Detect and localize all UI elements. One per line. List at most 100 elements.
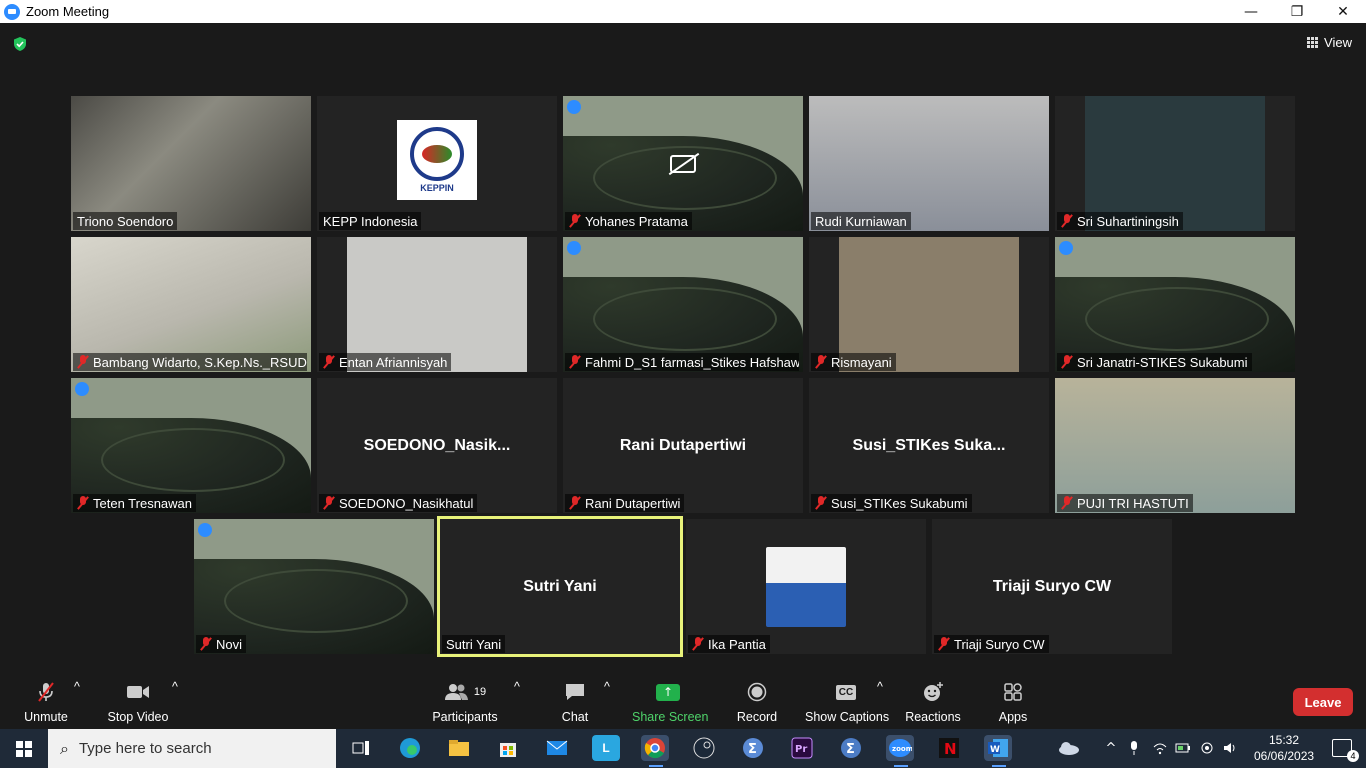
participants-options-caret-icon[interactable]: ^ xyxy=(514,680,520,694)
volume-icon[interactable] xyxy=(1222,740,1238,756)
share-screen-button[interactable]: ↑ Share Screen xyxy=(632,680,708,724)
video-tile[interactable]: SOEDONO_Nasik... SOEDONO_Nasikhatul xyxy=(317,378,557,513)
participants-button[interactable]: 19 Participants xyxy=(432,680,498,724)
participant-name: SOEDONO_Nasikhatul xyxy=(319,494,478,512)
camera-tray-icon[interactable] xyxy=(1199,740,1215,756)
participant-name: Bambang Widarto, S.Kep.Ns._RSUD... xyxy=(73,353,307,371)
apps-icon xyxy=(996,680,1030,704)
participant-name: Fahmi D_S1 farmasi_Stikes Hafshaw... xyxy=(565,353,799,371)
show-captions-button[interactable]: CC Show Captions xyxy=(805,680,889,724)
meeting-toolbar: Unmute ^ Stop Video ^ 19 Participants ^ … xyxy=(0,672,1366,729)
participant-name: Sri Janatri-STIKES Sukabumi xyxy=(1057,353,1252,371)
window-title: Zoom Meeting xyxy=(26,4,110,19)
taskbar-search-input[interactable]: ⌕ Type here to search xyxy=(48,729,336,768)
camera-badge-icon xyxy=(567,241,581,255)
video-options-caret-icon[interactable]: ^ xyxy=(172,680,178,694)
apps-button[interactable]: Apps xyxy=(996,680,1030,724)
leave-button[interactable]: Leave xyxy=(1293,688,1353,716)
zoom-app-icon xyxy=(4,3,20,20)
clock-time: 15:32 xyxy=(1268,733,1300,747)
netflix-icon[interactable]: N xyxy=(935,735,963,761)
sigma-app-icon[interactable]: Σ xyxy=(739,735,767,761)
video-tile[interactable]: Yohanes Pratama xyxy=(563,96,803,231)
mail-icon[interactable] xyxy=(543,735,571,761)
battery-icon[interactable] xyxy=(1175,740,1191,756)
edge-browser-icon[interactable] xyxy=(396,735,424,761)
participant-name: KEPP Indonesia xyxy=(319,212,422,230)
captions-options-caret-icon[interactable]: ^ xyxy=(877,680,883,694)
keppin-logo: KEPPIN xyxy=(397,119,477,200)
video-tile[interactable]: Ika Pantia xyxy=(686,519,926,654)
video-tile[interactable]: Rismayani xyxy=(809,237,1049,372)
premiere-pro-icon[interactable]: Pr xyxy=(788,735,816,761)
video-tile[interactable]: Fahmi D_S1 farmasi_Stikes Hafshaw... xyxy=(563,237,803,372)
video-tile[interactable]: Entan Afriannisyah xyxy=(317,237,557,372)
video-tile[interactable]: Rudi Kurniawan xyxy=(809,96,1049,231)
muted-mic-icon xyxy=(569,355,581,369)
participants-count: 19 xyxy=(473,686,487,698)
muted-mic-icon xyxy=(1061,214,1073,228)
profile-picture xyxy=(766,546,846,627)
participant-name: Susi_STIKes Sukabumi xyxy=(811,494,972,512)
closed-captions-icon: CC xyxy=(805,680,887,704)
search-icon: ⌕ xyxy=(60,738,69,758)
chrome-icon[interactable] xyxy=(641,735,669,767)
record-button[interactable]: Record xyxy=(736,680,778,724)
audio-options-caret-icon[interactable]: ^ xyxy=(74,680,80,694)
notification-count: 4 xyxy=(1347,750,1359,762)
active-speaker-tile[interactable]: Sutri Yani Sutri Yani xyxy=(437,516,683,657)
task-view-icon[interactable] xyxy=(347,735,375,761)
microphone-tray-icon[interactable] xyxy=(1126,740,1142,756)
notification-center-icon[interactable]: 4 xyxy=(1332,739,1359,762)
word-icon[interactable]: W xyxy=(984,735,1012,767)
video-tile[interactable]: Sri Suhartiningsih xyxy=(1055,96,1295,231)
video-tile[interactable]: PUJI TRI HASTUTI xyxy=(1055,378,1295,513)
participant-name: Sutri Yani xyxy=(442,635,506,653)
minimize-button[interactable]: — xyxy=(1228,0,1274,23)
sigma-plus-app-icon[interactable]: Σ xyxy=(837,735,865,761)
muted-mic-icon xyxy=(815,355,827,369)
camera-badge-icon xyxy=(198,523,212,537)
chat-options-caret-icon[interactable]: ^ xyxy=(604,680,610,694)
show-hidden-icons-chevron-icon[interactable]: ^ xyxy=(1103,740,1119,756)
participant-name: Sri Suhartiningsih xyxy=(1057,212,1183,230)
svg-text:Σ: Σ xyxy=(846,742,855,757)
l-app-icon[interactable]: L xyxy=(592,735,620,761)
camera-badge-icon xyxy=(567,100,581,114)
video-tile[interactable]: Sri Janatri-STIKES Sukabumi xyxy=(1055,237,1295,372)
muted-microphone-icon xyxy=(22,680,70,704)
video-tile[interactable]: Triaji Suryo CW Triaji Suryo CW xyxy=(932,519,1172,654)
close-button[interactable]: ✕ xyxy=(1320,0,1366,23)
reactions-button[interactable]: Reactions xyxy=(905,680,961,724)
muted-mic-icon xyxy=(200,637,212,651)
video-tile[interactable]: Rani Dutapertiwi Rani Dutapertiwi xyxy=(563,378,803,513)
muted-mic-icon xyxy=(938,637,950,651)
video-tile[interactable]: Triono Soendoro xyxy=(71,96,311,231)
participant-name: Triono Soendoro xyxy=(73,212,178,230)
security-shield-icon[interactable] xyxy=(12,36,28,52)
wifi-icon[interactable] xyxy=(1152,740,1168,756)
unmute-button[interactable]: Unmute xyxy=(22,680,70,724)
steam-icon[interactable] xyxy=(690,735,718,761)
restore-button[interactable]: ❐ xyxy=(1274,0,1320,23)
clock-date: 06/06/2023 xyxy=(1254,749,1315,763)
zoom-taskbar-icon[interactable]: zoom xyxy=(886,735,914,767)
video-tile[interactable]: Teten Tresnawan xyxy=(71,378,311,513)
muted-mic-icon xyxy=(77,355,89,369)
view-button[interactable]: View xyxy=(1307,35,1352,50)
microsoft-store-icon[interactable] xyxy=(494,735,522,761)
weather-cloud-icon[interactable] xyxy=(1057,740,1079,756)
svg-text:W: W xyxy=(990,745,1000,755)
video-tile[interactable]: Novi xyxy=(194,519,434,654)
svg-text:Pr: Pr xyxy=(795,744,807,755)
video-tile[interactable]: KEPPIN KEPP Indonesia xyxy=(317,96,557,231)
windows-logo-icon xyxy=(16,740,32,757)
video-tile[interactable]: Bambang Widarto, S.Kep.Ns._RSUD... xyxy=(71,237,311,372)
camera-off-icon xyxy=(670,154,696,173)
stop-video-button[interactable]: Stop Video xyxy=(106,680,170,724)
video-tile[interactable]: Susi_STIKes Suka... Susi_STIKes Sukabumi xyxy=(809,378,1049,513)
start-button[interactable] xyxy=(0,729,48,768)
file-explorer-icon[interactable] xyxy=(445,735,473,761)
taskbar-clock[interactable]: 15:32 06/06/2023 xyxy=(1254,732,1314,764)
chat-button[interactable]: Chat xyxy=(556,680,594,724)
